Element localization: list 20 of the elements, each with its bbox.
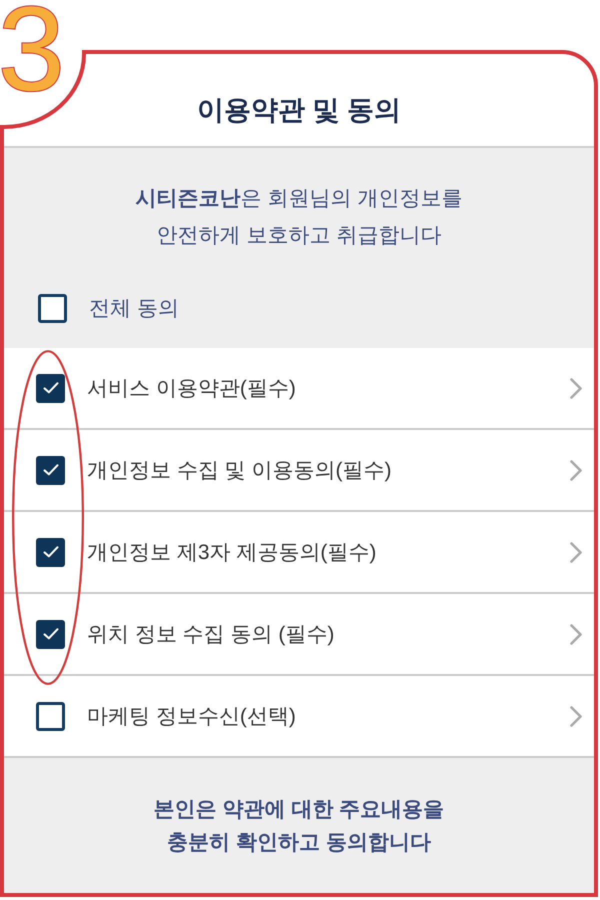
checkbox[interactable]: [36, 702, 65, 730]
term-label: 개인정보 수집 및 이용동의(필수): [87, 460, 392, 480]
checkbox[interactable]: [38, 294, 67, 323]
step-number: 3: [0, 4, 65, 94]
consent-statement: 본인은 약관에 대한 주요내용을 충분히 확인하고 동의합니다: [154, 796, 444, 856]
term-label: 마케팅 정보수신(선택): [87, 706, 297, 726]
checkmark-icon: [42, 382, 58, 394]
page-title: 이용약관 및 동의: [196, 96, 401, 124]
checkbox[interactable]: [36, 374, 65, 402]
checkmark-icon: [42, 628, 58, 640]
checkmark-icon: [42, 546, 58, 558]
checkbox[interactable]: [36, 538, 65, 566]
term-label: 위치 정보 수집 동의 (필수): [87, 624, 336, 644]
intro-text: 시티즌코난은 회원님의 개인정보를 안전하게 보호하고 취급합니다: [134, 186, 464, 249]
term-label: 서비스 이용약관(필수): [87, 378, 297, 398]
agree-all-label: 전체 동의: [89, 298, 179, 319]
term-label: 개인정보 제3자 제공동의(필수): [87, 542, 378, 562]
checkbox[interactable]: [36, 620, 65, 648]
checkbox[interactable]: [36, 456, 65, 484]
checkmark-icon: [42, 464, 58, 476]
